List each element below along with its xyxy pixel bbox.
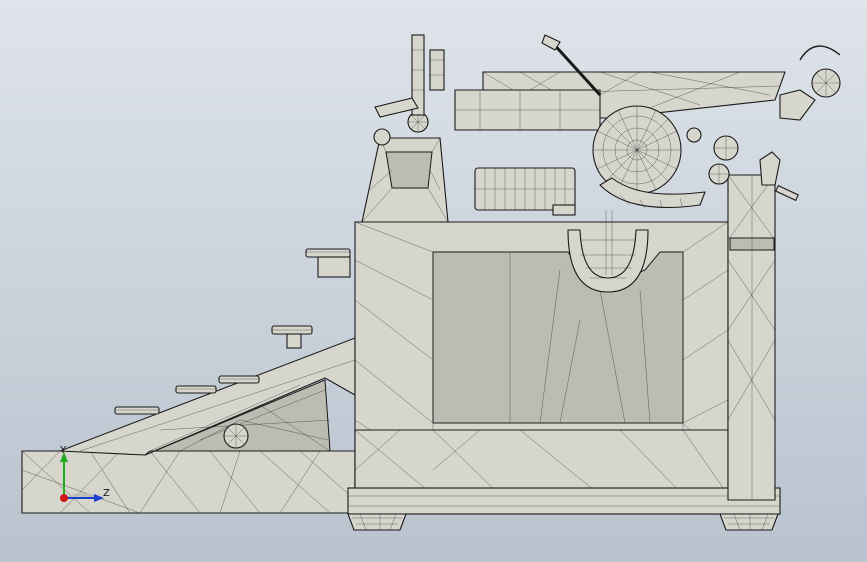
cad-viewport[interactable]: Y Z <box>0 0 867 562</box>
typewriter-model[interactable]: Y Z <box>0 0 867 562</box>
ramp-gear <box>223 423 249 449</box>
base-rail <box>21 450 356 514</box>
right-column <box>727 174 776 501</box>
left-tower <box>361 111 449 223</box>
feet <box>347 513 779 531</box>
z-axis-label: Z <box>103 488 110 499</box>
keyboard-ramp <box>59 337 356 456</box>
x-axis-dot <box>60 494 68 502</box>
drum-wheel <box>474 167 576 216</box>
main-frame <box>347 221 781 515</box>
upper-arm <box>374 34 445 118</box>
y-axis-label: Y <box>59 445 67 456</box>
